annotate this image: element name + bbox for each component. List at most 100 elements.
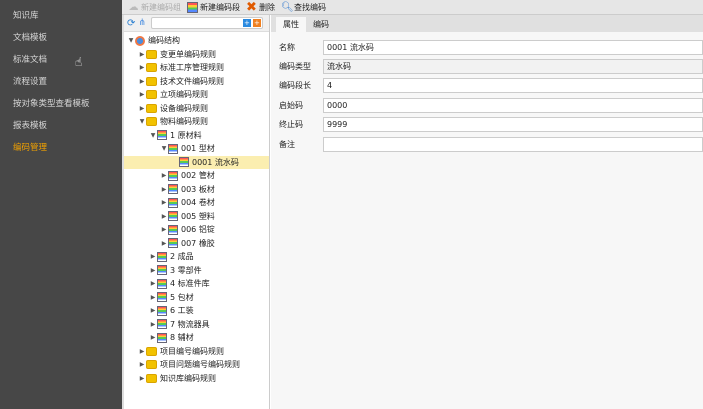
collapsed-arrow-icon[interactable]: ▶ — [138, 361, 146, 368]
collapsed-arrow-icon[interactable]: ▶ — [149, 294, 157, 301]
collapsed-arrow-icon[interactable]: ▶ — [160, 226, 168, 233]
collapsed-arrow-icon[interactable]: ▶ — [138, 51, 146, 58]
tree-node-label: 002 管材 — [181, 171, 215, 180]
sidebar-item-workflow[interactable]: 流程设置 — [13, 75, 47, 87]
tree-node[interactable]: ▶ 6 工装 — [124, 304, 269, 317]
hierarchy-icon[interactable]: ⋔ — [138, 18, 146, 28]
tree-node[interactable]: ▶ 006 铝锭 — [124, 223, 269, 236]
find-code-button[interactable]: 🔍︎ 查找编码 — [281, 2, 326, 13]
collapsed-arrow-icon[interactable]: ▶ — [149, 253, 157, 260]
expanded-arrow-icon[interactable]: ▼ — [160, 145, 168, 152]
collapsed-arrow-icon[interactable]: ▶ — [160, 213, 168, 220]
delete-button[interactable]: ✖ 删除 — [246, 1, 275, 14]
collapsed-arrow-icon[interactable]: ▶ — [138, 105, 146, 112]
expanded-arrow-icon[interactable]: ▼ — [138, 118, 146, 125]
new-segment-label: 新建编码段 — [200, 2, 240, 12]
tree-node[interactable]: ▶ 8 辅材 — [124, 331, 269, 344]
tree-node[interactable]: ▼ 编码结构 — [124, 34, 269, 47]
field-input[interactable] — [323, 136, 703, 152]
sidebar-item-code-management[interactable]: 编码管理 — [13, 141, 47, 153]
tree-node-label: 007 橡胶 — [181, 238, 215, 248]
tree-node[interactable]: ▶ 004 卷材 — [124, 196, 269, 209]
tree-node[interactable]: ▶ 技术文件编码规则 — [124, 75, 269, 88]
sidebar: 知识库 文档模板 标准文档 流程设置 按对象类型查看模板 报表模板 编码管理 ☝ — [0, 0, 122, 409]
sidebar-item-standard-docs[interactable]: 标准文档 — [13, 53, 47, 65]
collapse-all-icon[interactable]: + — [252, 19, 261, 27]
field-input[interactable]: 9999 — [323, 117, 703, 133]
tree-node-label: 4 标准件库 — [170, 279, 210, 288]
tree-node-label: 技术文件编码规则 — [160, 76, 224, 86]
collapsed-arrow-icon[interactable]: ▶ — [138, 64, 146, 71]
refresh-icon[interactable]: ⟳ — [127, 18, 135, 29]
code-doc-icon — [157, 130, 167, 140]
tree-node-label: 7 物流器具 — [170, 319, 210, 329]
collapsed-arrow-icon[interactable]: ▶ — [149, 280, 157, 287]
collapsed-arrow-icon[interactable]: ▶ — [160, 172, 168, 179]
folder-icon — [146, 103, 157, 113]
sidebar-item-report-templates[interactable]: 报表模板 — [13, 119, 47, 131]
tree-node-label: 标准工序管理规则 — [160, 63, 224, 72]
sidebar-item-doc-templates[interactable]: 文档模板 — [13, 31, 47, 43]
expand-all-icon[interactable]: + — [242, 19, 251, 27]
field-input[interactable]: 0000 — [323, 97, 703, 113]
field-input[interactable]: 0001 流水码 — [323, 39, 703, 55]
tree-node[interactable]: ▶ 3 零部件 — [124, 264, 269, 277]
new-segment-button[interactable]: 新建编码段 — [187, 1, 240, 13]
structure-icon — [135, 35, 145, 46]
collapsed-arrow-icon[interactable]: ▶ — [149, 334, 157, 341]
collapsed-arrow-icon[interactable]: ▶ — [160, 186, 168, 193]
tree-node[interactable]: ▶ 5 包材 — [124, 291, 269, 304]
tree-node[interactable]: ▶ 项目编号编码规则 — [124, 345, 269, 358]
collapsed-arrow-icon[interactable]: ▶ — [149, 307, 157, 314]
field-input[interactable]: 4 — [323, 78, 703, 94]
tree-node-label: 3 零部件 — [170, 265, 202, 275]
new-group-button[interactable]: ☁ 新建编码组 — [128, 2, 182, 13]
folder-icon — [146, 373, 157, 383]
tree-node[interactable]: ▶ 003 板材 — [124, 183, 269, 196]
tree-node[interactable]: ▶ 005 塑料 — [124, 210, 269, 223]
collapsed-arrow-icon[interactable]: ▶ — [138, 375, 146, 382]
collapsed-arrow-icon[interactable]: ▶ — [160, 199, 168, 206]
sidebar-item-knowledge[interactable]: 知识库 — [13, 9, 39, 21]
expanded-arrow-icon[interactable]: ▼ — [149, 132, 157, 139]
tree-node-label: 设备编码规则 — [160, 103, 208, 113]
tree-node[interactable]: 0001 流水码 — [124, 155, 269, 169]
tree-node[interactable]: ▶ 变更单编码规则 — [124, 48, 269, 61]
form-row: 终止码 9999 — [271, 117, 703, 133]
tree-node[interactable]: ▶ 设备编码规则 — [124, 102, 269, 115]
tree-node[interactable]: ▼ 物料编码规则 — [124, 115, 269, 128]
collapsed-arrow-icon[interactable]: ▶ — [149, 267, 157, 274]
new-group-label: 新建编码组 — [141, 2, 181, 12]
code-doc-icon — [168, 170, 178, 181]
tree-node-label: 5 包材 — [170, 292, 194, 302]
collapsed-arrow-icon[interactable]: ▶ — [138, 78, 146, 85]
code-doc-icon — [157, 278, 167, 289]
tree-node[interactable]: ▼ 1 原材料 — [124, 129, 269, 142]
collapsed-arrow-icon[interactable]: ▶ — [138, 348, 146, 355]
expanded-arrow-icon[interactable]: ▼ — [127, 37, 135, 44]
properties-panel: 属性 编码 名称 0001 流水码 编码类型 流水码 编码段长 4 启始码 0000 终止码 99… — [271, 15, 703, 409]
tree-node[interactable]: ▶ 标准工序管理规则 — [124, 61, 269, 74]
collapsed-arrow-icon[interactable]: ▶ — [149, 321, 157, 328]
tree-node-label: 003 板材 — [181, 184, 215, 194]
folder-icon — [146, 76, 157, 86]
tree-node[interactable]: ▶ 立项编码规则 — [124, 88, 269, 101]
tree-node[interactable]: ▶ 2 成品 — [124, 250, 269, 263]
tree-node[interactable]: ▼ 001 型材 — [124, 142, 269, 155]
field-label: 终止码 — [279, 120, 303, 130]
tab-properties[interactable]: 属性 — [276, 17, 306, 32]
tab-codes[interactable]: 编码 — [306, 17, 336, 32]
folder-icon — [146, 90, 157, 99]
sidebar-item-object-templates[interactable]: 按对象类型查看模板 — [13, 97, 90, 109]
tree-node[interactable]: ▶ 002 管材 — [124, 169, 269, 182]
field-label: 编码段长 — [279, 81, 311, 91]
collapsed-arrow-icon[interactable]: ▶ — [160, 240, 168, 247]
tree-node[interactable]: ▶ 7 物流器具 — [124, 318, 269, 331]
tree-node[interactable]: ▶ 知识库编码规则 — [124, 372, 269, 385]
tree-search-input[interactable]: + + — [150, 17, 263, 29]
code-doc-icon — [168, 197, 178, 208]
tree-node[interactable]: ▶ 项目问题编号编码规则 — [124, 358, 269, 371]
collapsed-arrow-icon[interactable]: ▶ — [138, 91, 146, 98]
tree-node[interactable]: ▶ 007 橡胶 — [124, 237, 269, 250]
tree-node[interactable]: ▶ 4 标准件库 — [124, 277, 269, 290]
